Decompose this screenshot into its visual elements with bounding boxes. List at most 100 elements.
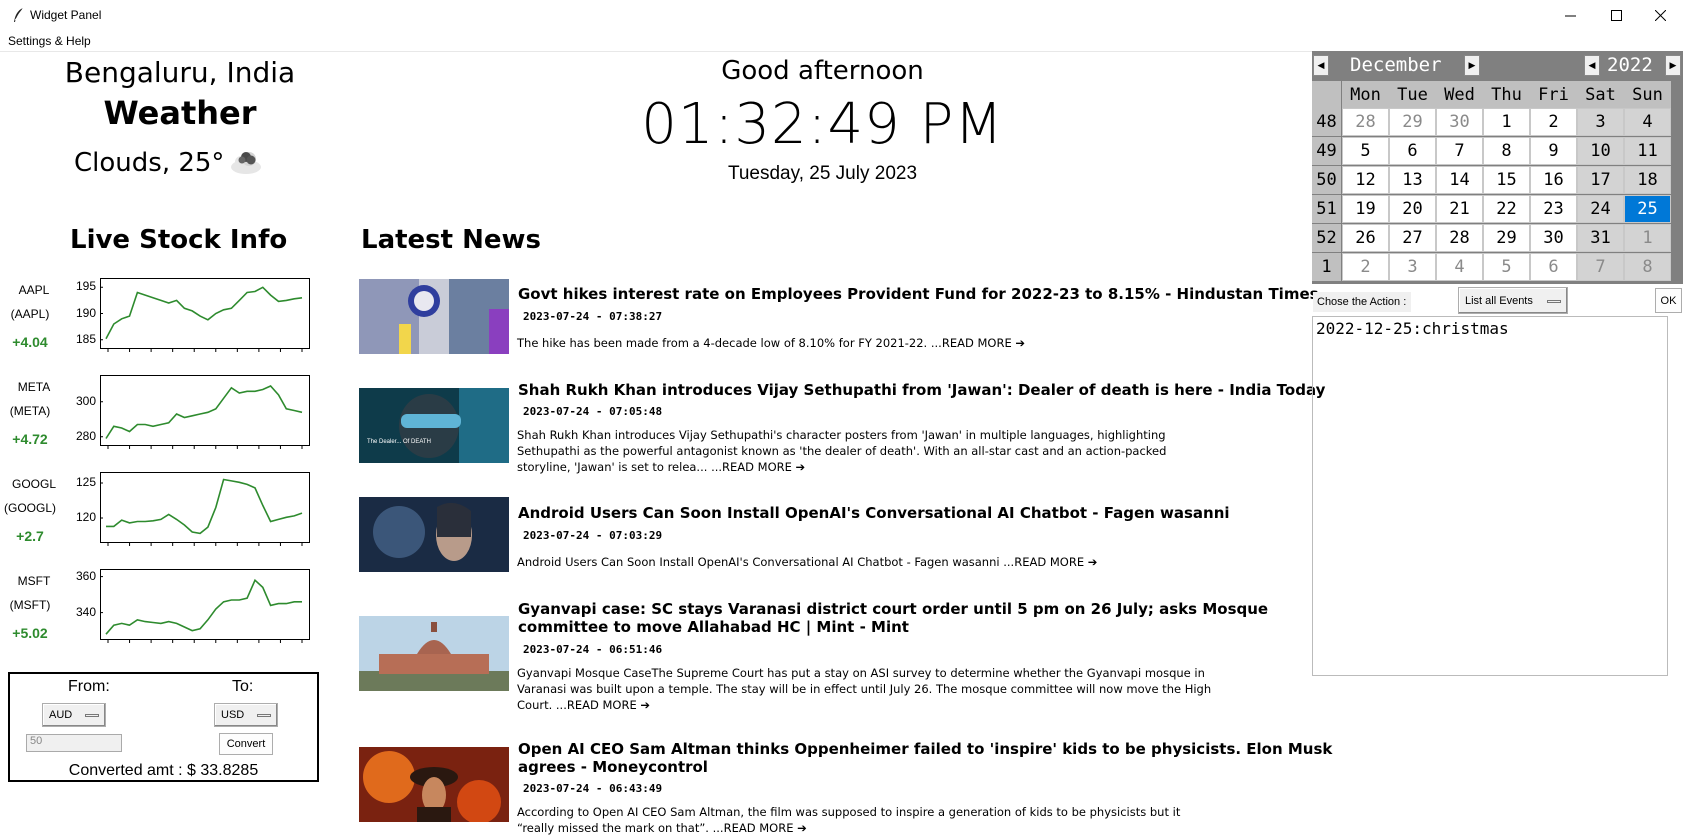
arrow-right-icon: ▶ <box>1468 60 1476 71</box>
stock-change: +2.7 <box>16 528 44 544</box>
close-button[interactable] <box>1637 0 1683 31</box>
calendar-day[interactable]: 13 <box>1389 166 1436 194</box>
calendar-day[interactable]: 1 <box>1483 108 1530 136</box>
news-description: The hike has been made from a 4-decade l… <box>517 335 1217 351</box>
calendar-week-number: 51 <box>1312 195 1341 223</box>
prev-month-button[interactable]: ◀ <box>1313 55 1329 76</box>
calendar-day[interactable]: 7 <box>1436 137 1483 165</box>
cloud-icon <box>231 152 261 174</box>
calendar-day[interactable]: 14 <box>1436 166 1483 194</box>
stock-chart <box>100 569 310 646</box>
calendar-day[interactable]: 23 <box>1530 195 1577 223</box>
calendar-weekday-header: Sat <box>1577 81 1624 108</box>
calendar-day[interactable]: 30 <box>1530 224 1577 252</box>
calendar-day[interactable]: 16 <box>1530 166 1577 194</box>
weather-condition: Clouds, 25° <box>74 148 225 178</box>
dropdown-indicator-icon <box>85 714 99 717</box>
calendar-day[interactable]: 24 <box>1577 195 1624 223</box>
calendar-day[interactable]: 9 <box>1530 137 1577 165</box>
calendar-day[interactable]: 25 <box>1624 195 1671 223</box>
calendar-day[interactable]: 27 <box>1389 224 1436 252</box>
calendar-day[interactable]: 3 <box>1389 253 1436 281</box>
next-month-button[interactable]: ▶ <box>1464 55 1480 76</box>
news-thumbnail[interactable] <box>359 747 509 822</box>
news-description: Android Users Can Soon Install OpenAI's … <box>517 554 1217 570</box>
calendar-day[interactable]: 2 <box>1342 253 1389 281</box>
minimize-button[interactable] <box>1547 0 1593 31</box>
news-thumbnail[interactable]: The Dealer... Of DEATH <box>359 388 509 463</box>
next-year-button[interactable]: ▶ <box>1665 55 1681 76</box>
news-headline[interactable]: Shah Rukh Khan introduces Vijay Sethupat… <box>518 381 1333 399</box>
calendar-day[interactable]: 2 <box>1530 108 1577 136</box>
calendar-weekday-header: Thu <box>1483 81 1530 108</box>
news-headline[interactable]: Android Users Can Soon Install OpenAI's … <box>518 504 1333 522</box>
y-tick-label: 360 <box>75 568 96 583</box>
calendar-day[interactable]: 5 <box>1483 253 1530 281</box>
news-headline[interactable]: Open AI CEO Sam Altman thinks Oppenheime… <box>518 740 1333 776</box>
calendar-day[interactable]: 5 <box>1342 137 1389 165</box>
stock-symbol: META <box>17 380 51 394</box>
calendar-day[interactable]: 10 <box>1577 137 1624 165</box>
news-thumbnail[interactable] <box>359 616 509 691</box>
calendar-day[interactable]: 19 <box>1342 195 1389 223</box>
calendar-week-number: 50 <box>1312 166 1341 194</box>
read-more-link[interactable]: ...READ MORE ➔ <box>1003 555 1097 569</box>
calendar-day[interactable]: 28 <box>1342 108 1389 136</box>
calendar-day[interactable]: 29 <box>1483 224 1530 252</box>
action-select[interactable]: List all Events <box>1458 287 1568 314</box>
stock-symbol-full: (GOOGL) <box>3 501 56 515</box>
dropdown-indicator-icon <box>1547 300 1561 303</box>
calendar-weekday-header: Mon <box>1342 81 1389 108</box>
amount-input[interactable]: 50 <box>26 734 122 752</box>
calendar-day[interactable]: 29 <box>1389 108 1436 136</box>
calendar-day[interactable]: 15 <box>1483 166 1530 194</box>
convert-button[interactable]: Convert <box>219 733 273 755</box>
calendar-day[interactable]: 20 <box>1389 195 1436 223</box>
calendar-day[interactable]: 8 <box>1624 253 1671 281</box>
greeting: Good afternoon <box>721 56 924 86</box>
calendar-day[interactable]: 1 <box>1624 224 1671 252</box>
news-description-text: Shah Rukh Khan introduces Vijay Sethupat… <box>517 428 1167 474</box>
ai-robot-face <box>359 497 509 572</box>
news-thumbnail[interactable] <box>359 279 509 354</box>
clock-date: Tuesday, 25 July 2023 <box>727 163 918 184</box>
menu-settings-help[interactable]: Settings & Help <box>8 34 91 48</box>
read-more-link[interactable]: ...READ MORE ➔ <box>931 336 1025 350</box>
news-headline[interactable]: Govt hikes interest rate on Employees Pr… <box>518 285 1333 303</box>
stock-change: +5.02 <box>12 625 48 641</box>
calendar-day[interactable]: 30 <box>1436 108 1483 136</box>
from-currency-select[interactable]: AUD <box>42 703 106 727</box>
maximize-button[interactable] <box>1593 0 1639 31</box>
events-textbox[interactable]: 2022-12-25:christmas <box>1312 316 1668 676</box>
read-more-link[interactable]: ...READ MORE ➔ <box>713 821 807 835</box>
read-more-link[interactable]: ...READ MORE ➔ <box>711 460 805 474</box>
calendar-day[interactable]: 18 <box>1624 166 1671 194</box>
feather-icon <box>14 7 24 22</box>
calendar-day[interactable]: 11 <box>1624 137 1671 165</box>
prev-year-button[interactable]: ◀ <box>1584 55 1600 76</box>
calendar-day[interactable]: 4 <box>1436 253 1483 281</box>
calendar-day[interactable]: 12 <box>1342 166 1389 194</box>
ok-button[interactable]: OK <box>1655 288 1682 313</box>
stock-symbol-full: (MSFT) <box>9 598 51 612</box>
news-headline[interactable]: Gyanvapi case: SC stays Varanasi distric… <box>518 600 1333 636</box>
calendar-day[interactable]: 17 <box>1577 166 1624 194</box>
news-thumbnail[interactable] <box>359 497 509 572</box>
calendar-day[interactable]: 6 <box>1530 253 1577 281</box>
calendar-day[interactable]: 31 <box>1577 224 1624 252</box>
calendar-day[interactable]: 7 <box>1577 253 1624 281</box>
calendar-day[interactable]: 22 <box>1483 195 1530 223</box>
chart-frame <box>100 472 310 543</box>
calendar-day[interactable]: 4 <box>1624 108 1671 136</box>
calendar-day[interactable]: 21 <box>1436 195 1483 223</box>
read-more-link[interactable]: ...READ MORE ➔ <box>556 698 650 712</box>
calendar-day[interactable]: 6 <box>1389 137 1436 165</box>
calendar-day[interactable]: 28 <box>1436 224 1483 252</box>
y-tick-label: 120 <box>75 510 96 524</box>
calendar-day[interactable]: 26 <box>1342 224 1389 252</box>
to-currency-select[interactable]: USD <box>214 703 278 727</box>
calendar-day[interactable]: 8 <box>1483 137 1530 165</box>
stock-chart <box>100 375 310 452</box>
calendar-day[interactable]: 3 <box>1577 108 1624 136</box>
close-icon <box>1654 10 1666 21</box>
